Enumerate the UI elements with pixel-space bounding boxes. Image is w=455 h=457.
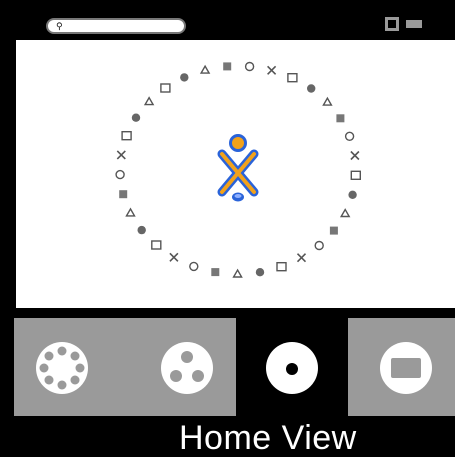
zoom-level-bar bbox=[14, 318, 455, 416]
activity-icon-05[interactable] bbox=[244, 61, 255, 72]
activity-icon-20[interactable] bbox=[255, 268, 265, 277]
activity-icon-30[interactable] bbox=[116, 150, 126, 160]
activity-icon-28[interactable] bbox=[119, 190, 128, 199]
activity-icon-04[interactable] bbox=[223, 62, 232, 71]
activity-icon-26[interactable] bbox=[137, 225, 146, 235]
frame-icon[interactable] bbox=[384, 16, 400, 32]
activity-icon-07[interactable] bbox=[287, 73, 298, 83]
activity-icon-23[interactable] bbox=[189, 261, 199, 272]
sugar-desktop: ⚲ Home View bbox=[0, 0, 455, 457]
activity-icon-17[interactable] bbox=[314, 240, 324, 251]
activity-icon-19[interactable] bbox=[276, 261, 287, 272]
activity-icon-11[interactable] bbox=[344, 131, 355, 142]
activity-icon-08[interactable] bbox=[307, 84, 316, 93]
activity-icon-31[interactable] bbox=[121, 130, 132, 141]
activity-icon-25[interactable] bbox=[151, 240, 162, 250]
activity-icon-21[interactable] bbox=[232, 268, 243, 278]
activity-icon bbox=[380, 342, 432, 394]
activity-icon-24[interactable] bbox=[169, 252, 179, 262]
activity-view-button[interactable] bbox=[348, 318, 455, 416]
activity-icon-18[interactable] bbox=[296, 253, 307, 263]
activity-icon-16[interactable] bbox=[329, 226, 338, 235]
xo-person-icon[interactable] bbox=[217, 134, 259, 202]
activity-icon-32[interactable] bbox=[131, 113, 141, 122]
activity-icon-22[interactable] bbox=[211, 268, 220, 277]
activity-icon-29[interactable] bbox=[115, 169, 125, 180]
home-view-button[interactable] bbox=[236, 318, 348, 416]
activity-icon-10[interactable] bbox=[336, 114, 345, 123]
activity-icon-13[interactable] bbox=[350, 170, 361, 181]
battery-icon[interactable] bbox=[406, 16, 422, 32]
neighborhood-icon bbox=[36, 342, 88, 394]
activity-icon-15[interactable] bbox=[339, 208, 351, 218]
activity-icon-01[interactable] bbox=[160, 83, 171, 93]
activity-icon-09[interactable] bbox=[322, 96, 333, 106]
activity-icon-02[interactable] bbox=[180, 73, 189, 82]
neighborhood-view-button[interactable] bbox=[14, 318, 126, 416]
activity-icon-14[interactable] bbox=[348, 190, 357, 199]
search-icon: ⚲ bbox=[56, 22, 63, 32]
home-icon bbox=[266, 342, 318, 394]
activity-icon-06[interactable] bbox=[267, 65, 277, 75]
activity-icon-27[interactable] bbox=[125, 207, 136, 217]
group-view-button[interactable] bbox=[126, 318, 236, 416]
view-label: Home View bbox=[14, 416, 455, 457]
search-input[interactable]: ⚲ bbox=[46, 18, 186, 34]
home-view bbox=[14, 40, 455, 308]
top-frame: ⚲ bbox=[14, 0, 455, 40]
group-icon bbox=[161, 342, 213, 394]
activity-icon-33[interactable] bbox=[143, 96, 155, 106]
current-view-title: Home View bbox=[179, 419, 357, 457]
activity-icon-12[interactable] bbox=[350, 150, 360, 161]
activity-icon-03[interactable] bbox=[199, 64, 211, 74]
